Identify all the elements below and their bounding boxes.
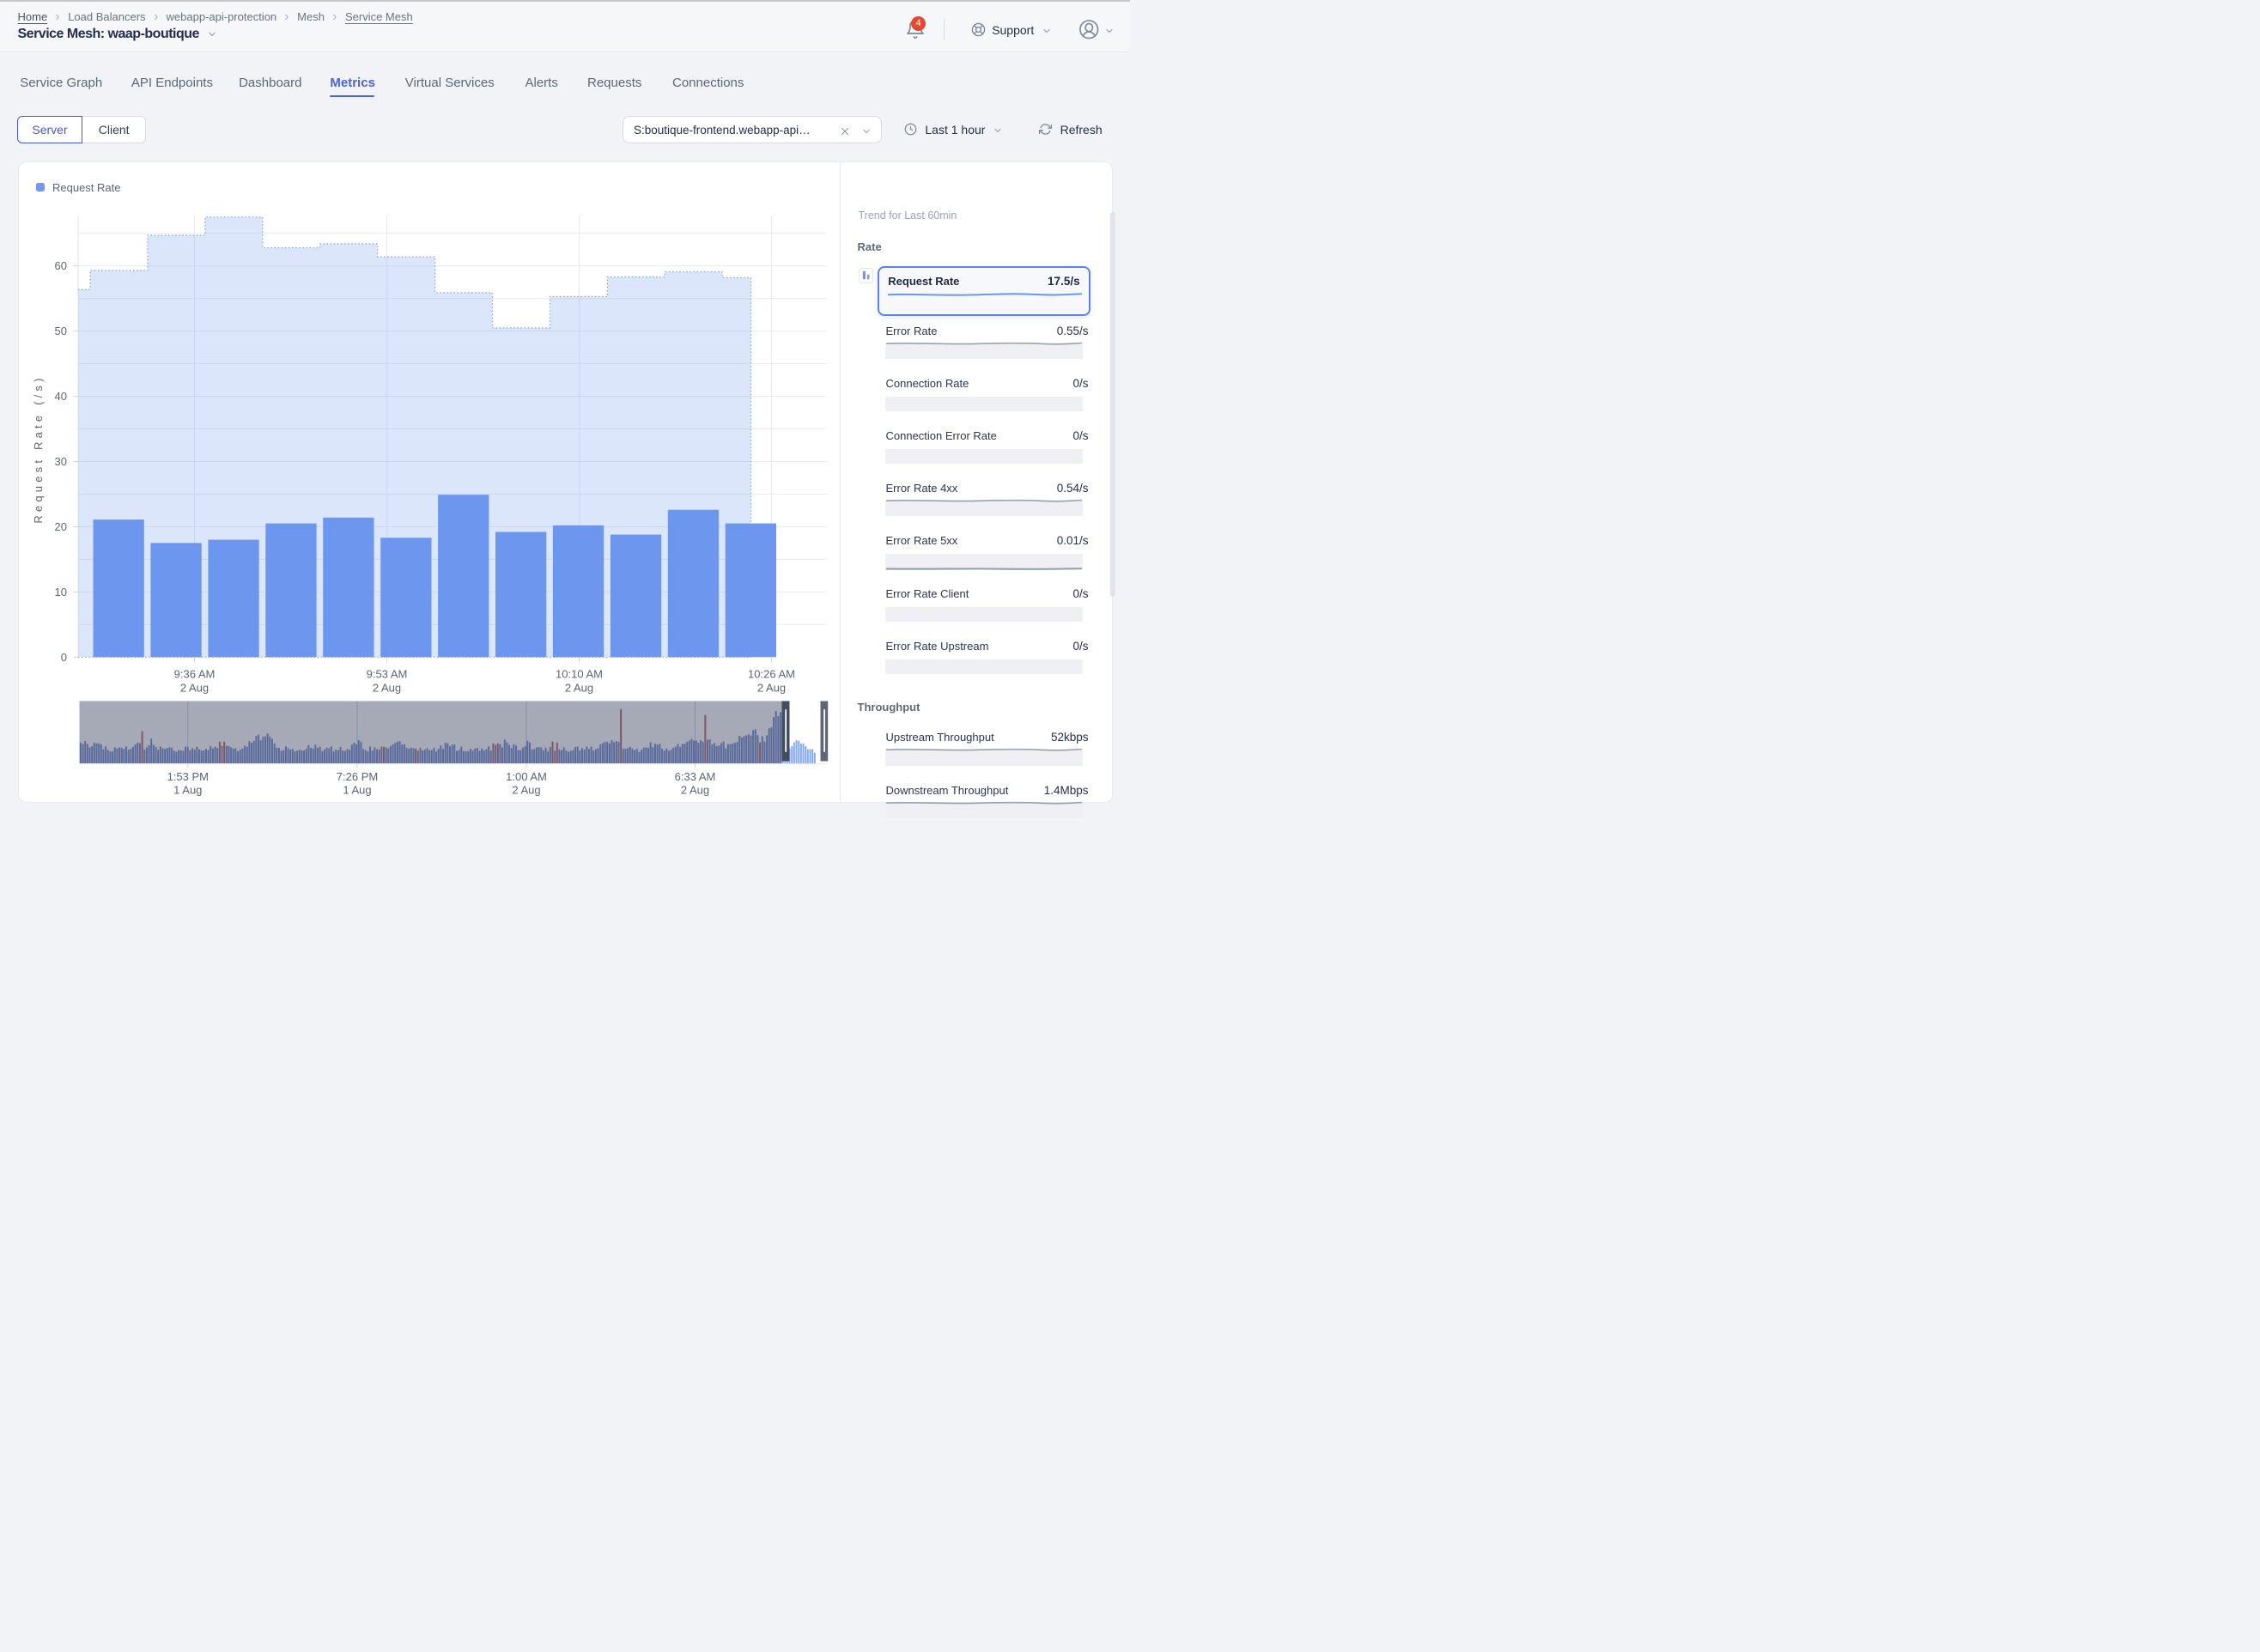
svg-text:1 Aug: 1 Aug bbox=[343, 783, 371, 796]
svg-text:10: 10 bbox=[54, 585, 66, 598]
svg-text:Request Rate (/s): Request Rate (/s) bbox=[32, 374, 45, 523]
svg-text:2 Aug: 2 Aug bbox=[512, 783, 540, 796]
svg-text:50: 50 bbox=[54, 325, 66, 337]
svg-text:9:53 AM: 9:53 AM bbox=[366, 667, 407, 680]
svg-text:1 Aug: 1 Aug bbox=[173, 783, 202, 796]
svg-text:7:26 PM: 7:26 PM bbox=[336, 769, 377, 782]
svg-text:0: 0 bbox=[60, 650, 66, 663]
svg-text:40: 40 bbox=[54, 390, 66, 403]
svg-text:10:26 AM: 10:26 AM bbox=[748, 667, 795, 680]
svg-text:9:36 AM: 9:36 AM bbox=[173, 667, 215, 680]
svg-text:10:10 AM: 10:10 AM bbox=[556, 667, 603, 680]
svg-text:6:33 AM: 6:33 AM bbox=[674, 769, 715, 782]
svg-text:60: 60 bbox=[54, 259, 66, 272]
svg-text:30: 30 bbox=[54, 455, 66, 468]
svg-text:20: 20 bbox=[54, 519, 66, 532]
svg-text:1:00 AM: 1:00 AM bbox=[506, 769, 547, 782]
svg-text:2 Aug: 2 Aug bbox=[179, 681, 208, 694]
svg-text:2 Aug: 2 Aug bbox=[564, 681, 592, 694]
svg-text:2 Aug: 2 Aug bbox=[756, 681, 785, 694]
svg-text:2 Aug: 2 Aug bbox=[680, 783, 708, 796]
svg-text:1:53 PM: 1:53 PM bbox=[167, 769, 208, 782]
svg-text:2 Aug: 2 Aug bbox=[372, 681, 400, 694]
